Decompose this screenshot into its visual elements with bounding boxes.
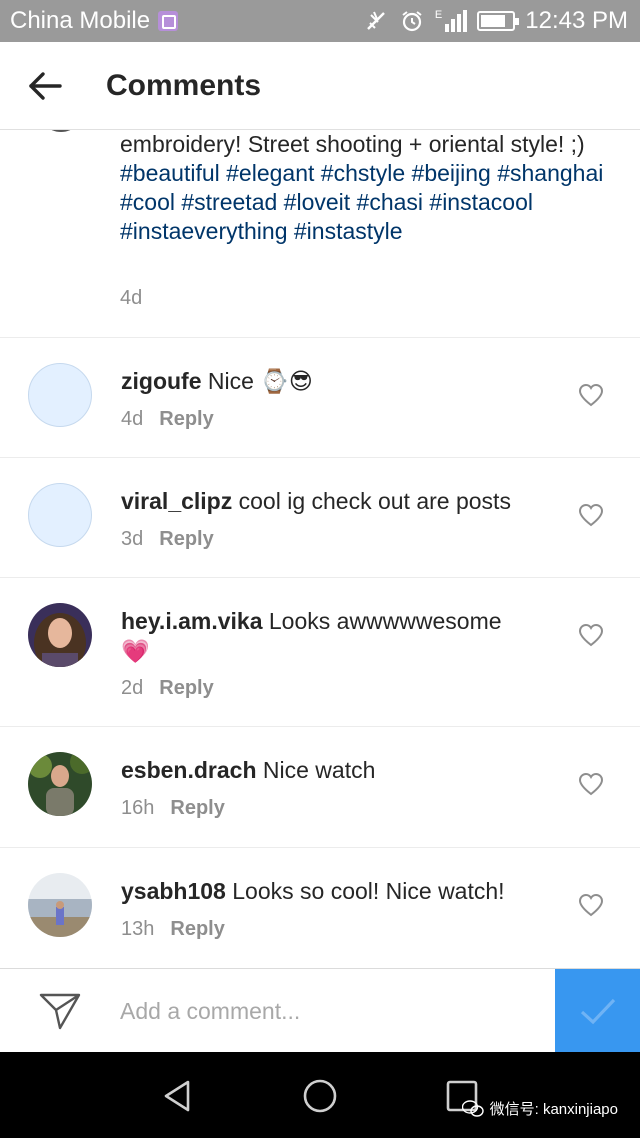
heart-outline-icon[interactable] [578, 772, 604, 796]
watermark-text: 微信号: kanxinjiapo [489, 1101, 618, 1118]
comment-text: Nice ⌚😎 [207, 368, 313, 394]
comment-time: 2d [121, 677, 144, 699]
comment-body: viral_clipz cool ig check out are posts [121, 486, 551, 516]
signal-icon: E [434, 9, 468, 32]
page-title: Comments [106, 68, 262, 102]
avatar[interactable] [28, 603, 92, 667]
comment-meta: 4d Reply [121, 408, 214, 431]
send-icon[interactable] [38, 991, 82, 1031]
caption-text: embroidery! Street shooting + oriental s… [120, 131, 585, 157]
comment-text: Looks so cool! Nice watch! [232, 878, 505, 904]
nav-back-icon[interactable] [158, 1076, 198, 1116]
status-bar: China Mobile E 12:43 PM [0, 0, 640, 42]
back-button[interactable] [0, 42, 90, 130]
battery-icon [477, 11, 520, 31]
comment-body: hey.i.am.vika Looks awwwwwesome 💗 [121, 606, 551, 666]
heart-outline-icon[interactable] [578, 623, 604, 647]
reply-button[interactable]: Reply [170, 918, 224, 941]
comment-text: Nice watch [262, 757, 376, 783]
heart-outline-icon[interactable] [578, 503, 604, 527]
reply-button[interactable]: Reply [159, 528, 213, 551]
reply-button[interactable]: Reply [159, 408, 213, 431]
nav-home-icon[interactable] [300, 1076, 340, 1116]
avatar[interactable] [28, 752, 92, 816]
sim-icon [158, 11, 179, 31]
reply-button[interactable]: Reply [170, 797, 224, 820]
comment-meta: 16h Reply [121, 797, 225, 820]
comment-username[interactable]: viral_clipz [121, 488, 232, 514]
comment-meta: 2d Reply [121, 677, 214, 700]
heart-emoji: 💗 [121, 638, 150, 664]
comment-username[interactable]: ysabh108 [121, 878, 226, 904]
system-nav-bar: 微信号: kanxinjiapo [0, 1052, 640, 1138]
avatar[interactable] [28, 483, 92, 547]
comment-item: ysabh108 Looks so cool! Nice watch! 13h … [0, 848, 640, 968]
comment-text: cool ig check out are posts [238, 488, 511, 514]
comment-username[interactable]: hey.i.am.vika [121, 608, 263, 634]
comment-username[interactable]: esben.drach [121, 757, 257, 783]
comment-time: 13h [121, 918, 155, 940]
comment-body: esben.drach Nice watch [121, 755, 551, 785]
comment-meta: 3d Reply [121, 528, 214, 551]
caption-hashtags[interactable]: #beautiful #elegant #chstyle #beijing #s… [120, 159, 620, 246]
alarm-icon [399, 8, 425, 34]
comment-body: zigoufe Nice ⌚😎 [121, 366, 551, 396]
heart-outline-icon[interactable] [578, 893, 604, 917]
comment-item: esben.drach Nice watch 16h Reply [0, 727, 640, 847]
comment-item: viral_clipz cool ig check out are posts … [0, 458, 640, 577]
comment-time: 3d [121, 528, 144, 550]
post-button[interactable] [555, 969, 640, 1053]
heart-outline-icon[interactable] [578, 383, 604, 407]
vibrate-off-icon [363, 8, 389, 34]
caption-timestamp: 4d [120, 287, 143, 309]
checkmark-icon [580, 998, 615, 1025]
avatar[interactable] [28, 363, 92, 427]
comment-item: zigoufe Nice ⌚😎 4d Reply [0, 338, 640, 457]
comment-meta: 13h Reply [121, 918, 225, 941]
comment-body: ysabh108 Looks so cool! Nice watch! [121, 876, 551, 906]
network-type-label: E [434, 9, 443, 21]
comment-time: 16h [121, 797, 155, 819]
comment-text: Looks awwwwwesome [268, 608, 502, 634]
comment-input-bar [0, 968, 640, 1053]
post-caption: embroidery! Street shooting + oriental s… [120, 130, 620, 246]
back-arrow-icon [29, 71, 62, 100]
watermark: 微信号: kanxinjiapo [461, 1098, 618, 1119]
comment-time: 4d [121, 408, 144, 430]
comments-header: Comments [0, 42, 640, 130]
comment-item: hey.i.am.vika Looks awwwwwesome 💗 2d Rep… [0, 578, 640, 726]
avatar[interactable] [28, 873, 92, 937]
comment-input[interactable] [112, 985, 542, 1037]
comment-username[interactable]: zigoufe [121, 368, 202, 394]
carrier-name: China Mobile [10, 7, 151, 34]
status-time: 12:43 PM [525, 7, 628, 34]
wechat-icon [461, 1099, 484, 1117]
reply-button[interactable]: Reply [159, 677, 213, 700]
